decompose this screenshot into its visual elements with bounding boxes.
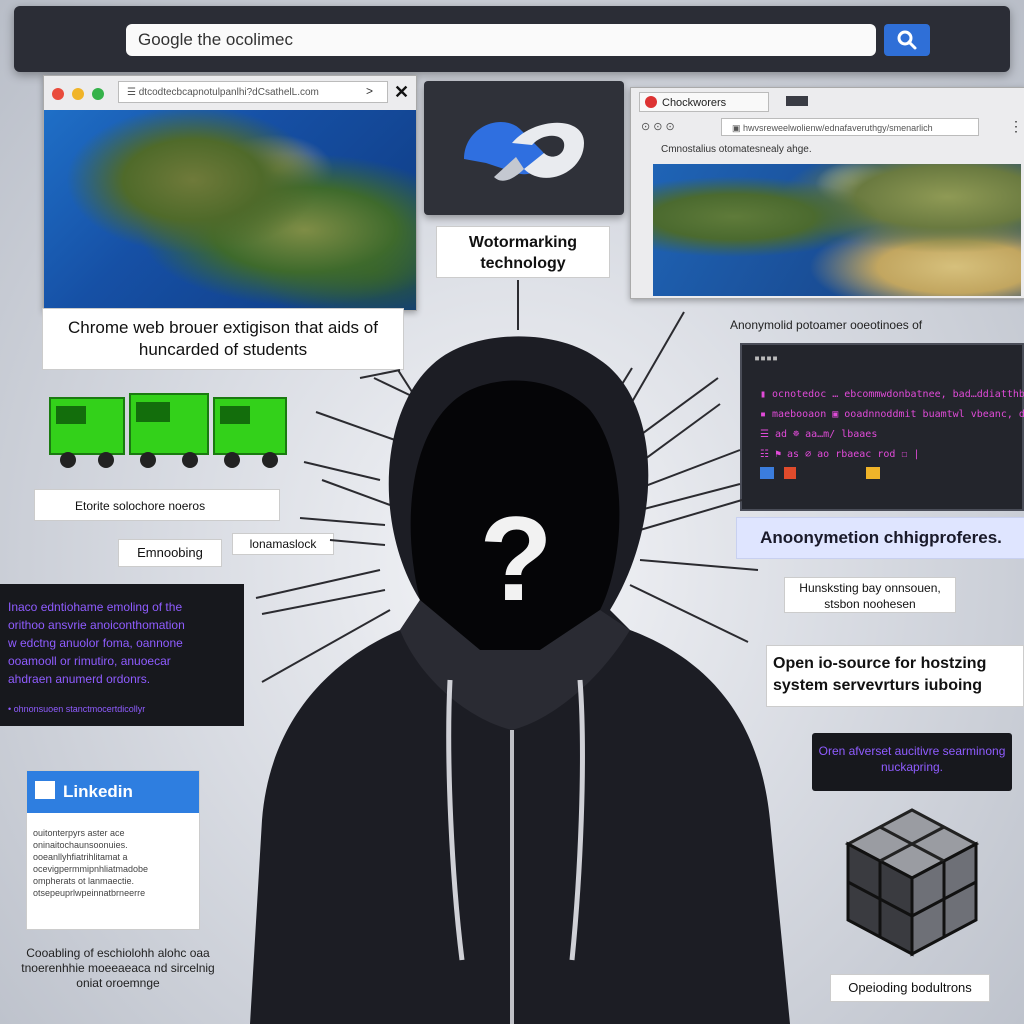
ionamaslock-label: lonamaslock	[232, 533, 334, 555]
menu-icon[interactable]: ⋮	[1009, 118, 1023, 135]
linkedin-line: ocevigpermmipnhliatmadobe	[33, 864, 149, 874]
tab-favicon-icon	[645, 96, 657, 108]
chrome-extension-caption: Chrome web brouer extigison that aids of…	[42, 308, 404, 370]
terminal-line: ☰ ad ☸ aa…m/ lbaaes	[760, 429, 878, 440]
cube-label: Opeioding bodultrons	[830, 974, 990, 1002]
search-icon	[897, 30, 917, 50]
cloud-logo-icon	[464, 121, 584, 181]
truck-icon	[49, 393, 287, 468]
terminal-line: ▮ ocnotedoc … ebcommwdonbatnee, bad…ddia…	[760, 389, 1024, 400]
etorite-label: Etorite solochore noeros	[34, 489, 280, 521]
panel-line: orithoo ansvrie anoiconthomation	[8, 618, 185, 632]
cube-icon	[844, 808, 980, 957]
linkedin-card[interactable]: Linkedin ouitonterpyrs aster ace oninait…	[26, 770, 200, 930]
linkedin-line: oninaitochaunsoonuies.	[33, 840, 128, 850]
linkedin-line: otsepeuprlwpeinnatbrneerre	[33, 888, 146, 898]
anonymization-label: Anoonymetion chhigproferes.	[736, 517, 1024, 559]
panel-line: w edctng anuolor foma, oannone	[8, 636, 183, 650]
new-tab-button[interactable]	[786, 96, 808, 106]
linkedin-line: ompherats ot lanmaectie.	[33, 876, 135, 886]
open-source-label: Open io-source for hostzing system serve…	[766, 645, 1024, 707]
dark-info-panel-right: Oren afverset aucitivre searminong nucka…	[812, 733, 1012, 791]
linkedin-title: Linkedin	[63, 782, 133, 801]
address-bar[interactable]: ▣ hwvsreweelwolienw/ednafaveruthgy/smena…	[721, 118, 979, 136]
terminal-line: ▪ maebooaon ▣ ooadnnoddmit buamtwl vbean…	[760, 409, 1024, 420]
terminal-header: ▪▪▪▪	[754, 353, 779, 364]
linkedin-header: Linkedin	[27, 771, 199, 813]
forward-icon[interactable]: >	[366, 84, 373, 98]
linkedin-line: ooeanllyhfiatrihlitamat a	[33, 852, 128, 862]
linkedin-line: ouitonterpyrs aster ace	[33, 828, 125, 838]
back-icon[interactable]: ⊙ ⊙ ⊙	[641, 120, 675, 133]
terminal-icon	[760, 467, 774, 479]
search-button[interactable]	[884, 24, 930, 56]
close-icon[interactable]: ✕	[394, 82, 409, 103]
left-browser-window: ☰ dtcodtecbcapnotulpanlhi?dCsathelL.com …	[43, 75, 417, 311]
browser-tab[interactable]: Chockworers	[639, 92, 769, 112]
close-dot[interactable]	[52, 88, 64, 100]
right-browser-window: Chockworers ⊙ ⊙ ⊙ ▣ hwvsreweelwolienw/ed…	[630, 87, 1024, 299]
minimize-dot[interactable]	[72, 88, 84, 100]
terminal-window: ▪▪▪▪ ▮ ocnotedoc … ebcommwdonbatnee, bad…	[740, 343, 1024, 511]
panel-line: ooamooll or rimutiro, anuoecar	[8, 654, 171, 668]
embedding-label: Emnoobing	[118, 539, 222, 567]
logo-card	[424, 81, 624, 215]
hosting-label: Hunsksting bay onnsouen, stsbon noohesen	[784, 577, 956, 613]
page-subtitle: Cmnostalius otomatesnealy ahge.	[661, 144, 812, 155]
dark-info-panel-left: Inaco edntiohame emoling of the orithoo …	[0, 584, 244, 726]
maximize-dot[interactable]	[92, 88, 104, 100]
bottom-left-caption: Cooabling of eschiolohh alohc oaa tnoere…	[21, 946, 215, 990]
terminal-line: ☷ ⚑ as ⌀ ao rbaeac rod ☐ |	[760, 449, 920, 460]
linkedin-logo-icon	[35, 781, 55, 799]
panel-line: ahdraen anumerd ordonrs.	[8, 672, 151, 686]
world-map-image	[653, 164, 1021, 296]
linkedin-body: ouitonterpyrs aster ace oninaitochaunsoo…	[33, 827, 195, 899]
terminal-icon	[866, 467, 880, 479]
map-image	[44, 110, 416, 310]
question-mark-icon: ?	[479, 492, 552, 626]
address-bar[interactable]: ☰ dtcodtecbcapnotulpanlhi?dCsathelL.com	[118, 81, 388, 103]
panel-footnote: • ohnonsuoen stanctmocertdicollyr	[8, 704, 146, 714]
panel-line: Inaco edntiohame emoling of the	[8, 600, 183, 614]
terminal-title: Anonymolid potoamer ooeotinoes of	[730, 318, 923, 332]
terminal-icon	[784, 467, 796, 479]
search-input[interactable]	[126, 24, 876, 56]
watermarking-label: Wotormarking technology	[436, 226, 610, 278]
